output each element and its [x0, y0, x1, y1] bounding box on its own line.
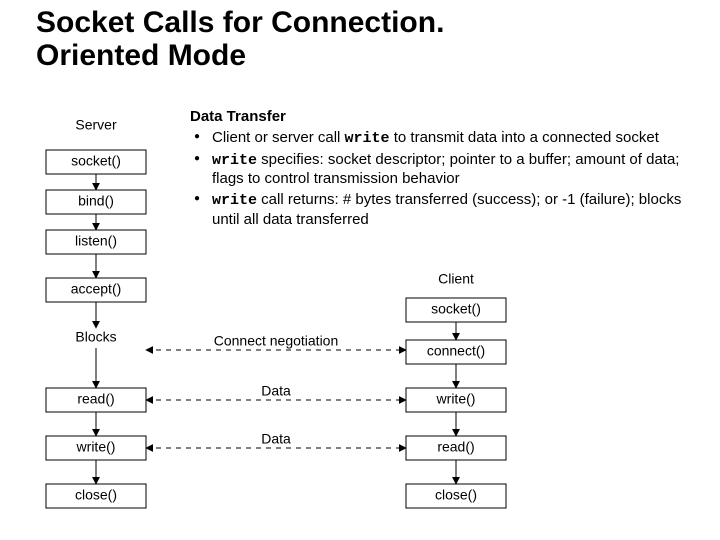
svg-text:socket(): socket() — [71, 153, 121, 169]
svg-text:read(): read() — [77, 391, 114, 407]
svg-text:close(): close() — [435, 487, 477, 503]
svg-text:bind(): bind() — [78, 193, 114, 209]
data-label-1: Data — [261, 383, 291, 399]
svg-text:connect(): connect() — [427, 343, 485, 359]
slide-title: Socket Calls for Connection. Oriented Mo… — [36, 6, 702, 72]
title-line-2: Oriented Mode — [36, 39, 246, 72]
svg-text:accept(): accept() — [71, 281, 122, 297]
connect-negotiation-label: Connect negotiation — [214, 333, 339, 349]
svg-text:close(): close() — [75, 487, 117, 503]
svg-text:listen(): listen() — [75, 233, 117, 249]
svg-text:socket(): socket() — [431, 301, 481, 317]
title-line-1: Socket Calls for Connection. — [36, 6, 444, 39]
data-label-2: Data — [261, 431, 291, 447]
blocks-label: Blocks — [75, 329, 116, 345]
server-label: Server — [75, 117, 117, 133]
client-label: Client — [438, 271, 474, 287]
svg-text:write(): write() — [76, 439, 116, 455]
flowchart: Server socket() bind() listen() accept()… — [36, 110, 686, 530]
svg-text:read(): read() — [437, 439, 474, 455]
svg-text:write(): write() — [436, 391, 476, 407]
